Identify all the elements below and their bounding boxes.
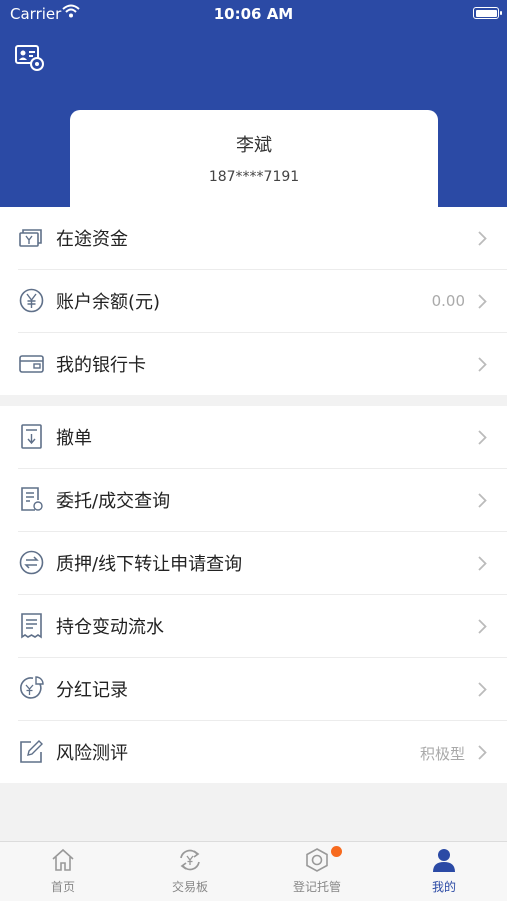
notification-badge xyxy=(331,846,342,857)
chevron-right-icon xyxy=(478,357,487,372)
tab-label: 登记托管 xyxy=(292,880,341,894)
clock: 10:06 AM xyxy=(213,5,294,23)
person-icon xyxy=(433,849,455,872)
tab-trading-board[interactable]: 交易板 xyxy=(127,842,253,901)
chevron-right-icon xyxy=(478,619,487,634)
dividend-icon xyxy=(20,676,44,699)
tab-registration-custody[interactable]: 登记托管 xyxy=(254,842,380,901)
account-group: 在途资金 账户余额(元) 0.00 我的银行卡 xyxy=(0,207,507,395)
bank-card-icon xyxy=(19,355,44,373)
custody-hexagon-icon xyxy=(306,848,328,872)
chevron-right-icon xyxy=(478,493,487,508)
trading-group: 撤单 委托/成交查询 质押/线下转让申请查询 持仓变动流水 分红记录 风险测评 … xyxy=(0,406,507,783)
user-name: 李斌 xyxy=(236,135,272,156)
balance-value: 0.00 xyxy=(431,292,465,310)
menu-label: 质押/线下转让申请查询 xyxy=(56,554,243,575)
chevron-right-icon xyxy=(478,430,487,445)
menu-row-bank-card[interactable]: 我的银行卡 xyxy=(18,333,507,395)
chevron-right-icon xyxy=(478,745,487,760)
transfer-arrows-icon xyxy=(19,550,44,575)
menu-row-pledge-transfer-query[interactable]: 质押/线下转让申请查询 xyxy=(18,532,507,595)
chevron-right-icon xyxy=(478,682,487,697)
money-stack-icon xyxy=(19,229,42,247)
menu-label: 分红记录 xyxy=(56,680,128,701)
menu-row-dividend-records[interactable]: 分红记录 xyxy=(18,658,507,721)
receipt-list-icon xyxy=(21,613,42,639)
menu-row-transit-funds[interactable]: 在途资金 xyxy=(18,207,507,270)
status-bar: Carrier 10:06 AM xyxy=(0,0,507,28)
tab-label: 首页 xyxy=(50,880,75,894)
menu-row-position-changes[interactable]: 持仓变动流水 xyxy=(18,595,507,658)
menu-label: 在途资金 xyxy=(56,229,128,250)
account-settings-icon[interactable] xyxy=(14,43,46,73)
battery-icon xyxy=(473,7,502,19)
profile-card: 李斌 187****7191 xyxy=(70,110,438,220)
tab-label: 我的 xyxy=(431,880,456,894)
menu-label: 撤单 xyxy=(56,428,92,449)
tab-label: 交易板 xyxy=(171,880,208,894)
tab-home[interactable]: 首页 xyxy=(0,842,126,901)
menu-row-order-query[interactable]: 委托/成交查询 xyxy=(18,469,507,532)
chevron-right-icon xyxy=(478,294,487,309)
menu-row-cancel-order[interactable]: 撤单 xyxy=(18,406,507,469)
tab-bar: 首页 交易板 登记托管 我的 xyxy=(0,841,507,901)
yuan-circle-icon xyxy=(19,288,44,313)
menu-label: 我的银行卡 xyxy=(56,355,146,376)
edit-pencil-icon xyxy=(20,740,43,763)
menu-label: 持仓变动流水 xyxy=(56,617,164,638)
menu-label: 账户余额(元) xyxy=(56,292,161,313)
document-search-icon xyxy=(21,487,43,511)
menu-row-account-balance[interactable]: 账户余额(元) 0.00 xyxy=(18,270,507,333)
risk-level-value: 积极型 xyxy=(419,745,465,763)
home-icon xyxy=(52,848,74,871)
menu-label: 委托/成交查询 xyxy=(56,491,171,512)
chevron-right-icon xyxy=(478,556,487,571)
menu-row-risk-assessment[interactable]: 风险测评 积极型 xyxy=(18,721,507,783)
menu-label: 风险测评 xyxy=(56,743,128,764)
chevron-right-icon xyxy=(478,231,487,246)
tab-mine[interactable]: 我的 xyxy=(381,842,507,901)
user-phone: 187****7191 xyxy=(208,169,300,185)
cancel-order-icon xyxy=(21,424,42,449)
exchange-icon xyxy=(180,849,200,871)
